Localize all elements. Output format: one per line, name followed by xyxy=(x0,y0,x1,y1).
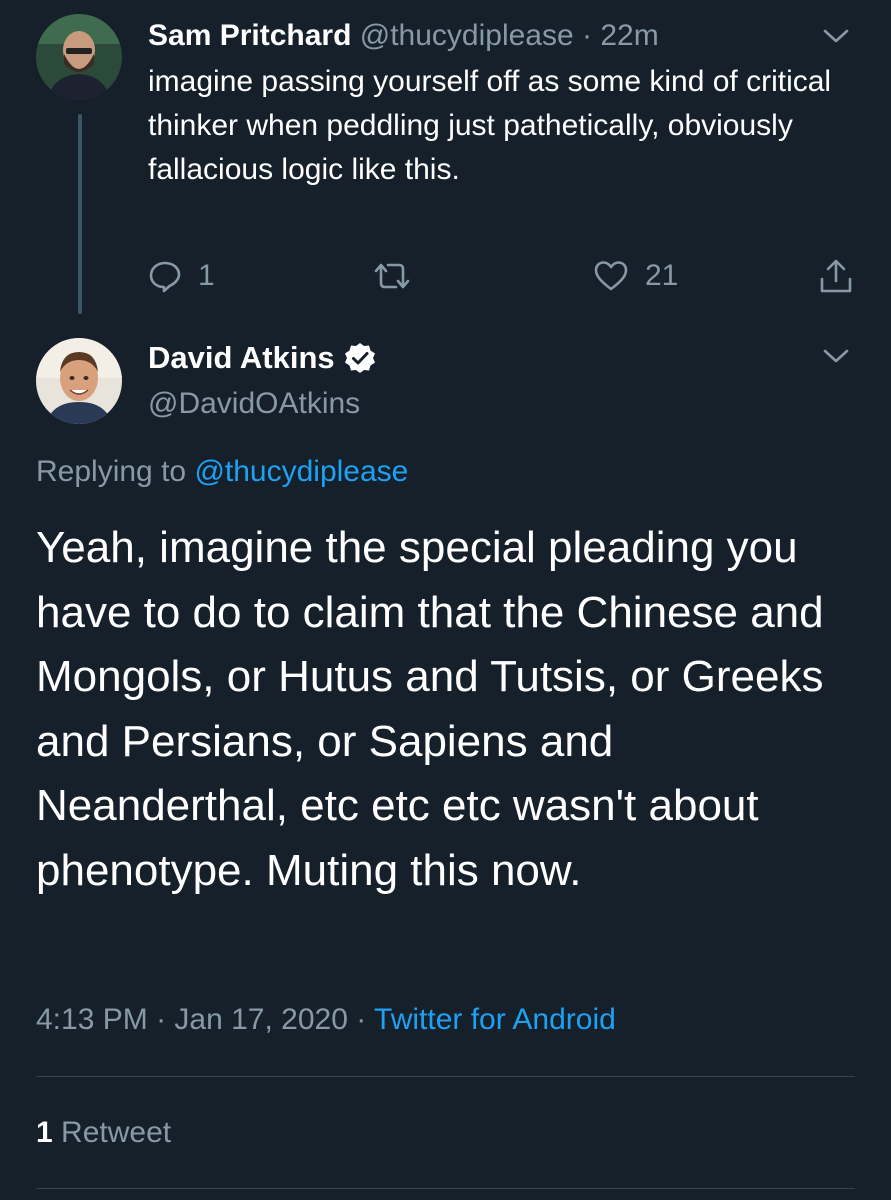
reply-separator: · xyxy=(582,19,593,52)
main-tweet-text: Yeah, imagine the special pleading you h… xyxy=(36,523,824,895)
reply-author-name[interactable]: Sam Pritchard xyxy=(148,19,351,52)
reply-tweet-text: imagine passing yourself off as some kin… xyxy=(148,65,832,186)
tweet-time: 4:13 PM xyxy=(36,1003,148,1036)
tweet-date: Jan 17, 2020 xyxy=(174,1003,348,1036)
avatar-david-atkins[interactable] xyxy=(36,338,122,424)
reply-timestamp[interactable]: 22m xyxy=(600,19,658,52)
reply-tweet-header: Sam Pritchard @thucydiplease · 22m xyxy=(148,17,659,55)
share-button[interactable] xyxy=(818,256,854,296)
verified-badge-icon xyxy=(344,343,375,373)
share-icon xyxy=(820,259,852,293)
meta-separator-2: · xyxy=(356,1003,367,1036)
retweet-button[interactable] xyxy=(370,256,430,296)
main-author-name[interactable]: David Atkins xyxy=(148,338,335,378)
retweet-stat-label: Retweet xyxy=(61,1116,172,1149)
reply-icon xyxy=(149,261,181,293)
avatar-sam-pritchard[interactable] xyxy=(36,14,122,100)
main-more-chevron-icon[interactable] xyxy=(822,347,850,370)
replying-to-label: Replying to xyxy=(36,455,187,488)
tweet-meta: 4:13 PM · Jan 17, 2020 · Twitter for And… xyxy=(36,1000,616,1040)
reply-button[interactable]: 1 xyxy=(148,256,215,296)
divider-bottom xyxy=(36,1188,855,1189)
retweet-icon xyxy=(374,263,410,289)
retweet-stat-count: 1 xyxy=(36,1116,53,1149)
reply-count: 1 xyxy=(198,259,215,292)
like-button[interactable]: 21 xyxy=(593,256,678,296)
reply-author-handle[interactable]: @thucydiplease xyxy=(360,19,574,52)
divider-top xyxy=(36,1076,855,1077)
main-author-handle[interactable]: @DavidOAtkins xyxy=(148,384,360,424)
meta-separator-1: · xyxy=(156,1003,167,1036)
thread-connector-line xyxy=(78,114,82,314)
reply-more-chevron-icon[interactable] xyxy=(822,27,850,50)
main-author-row: David Atkins xyxy=(148,338,377,378)
like-count: 21 xyxy=(645,259,679,292)
replying-to-line: Replying to @thucydiplease xyxy=(36,452,408,492)
retweet-stats[interactable]: 1 Retweet xyxy=(36,1113,171,1153)
tweet-source-link[interactable]: Twitter for Android xyxy=(374,1003,616,1036)
heart-icon xyxy=(594,261,628,291)
replying-to-handle-link[interactable]: @thucydiplease xyxy=(194,455,408,488)
